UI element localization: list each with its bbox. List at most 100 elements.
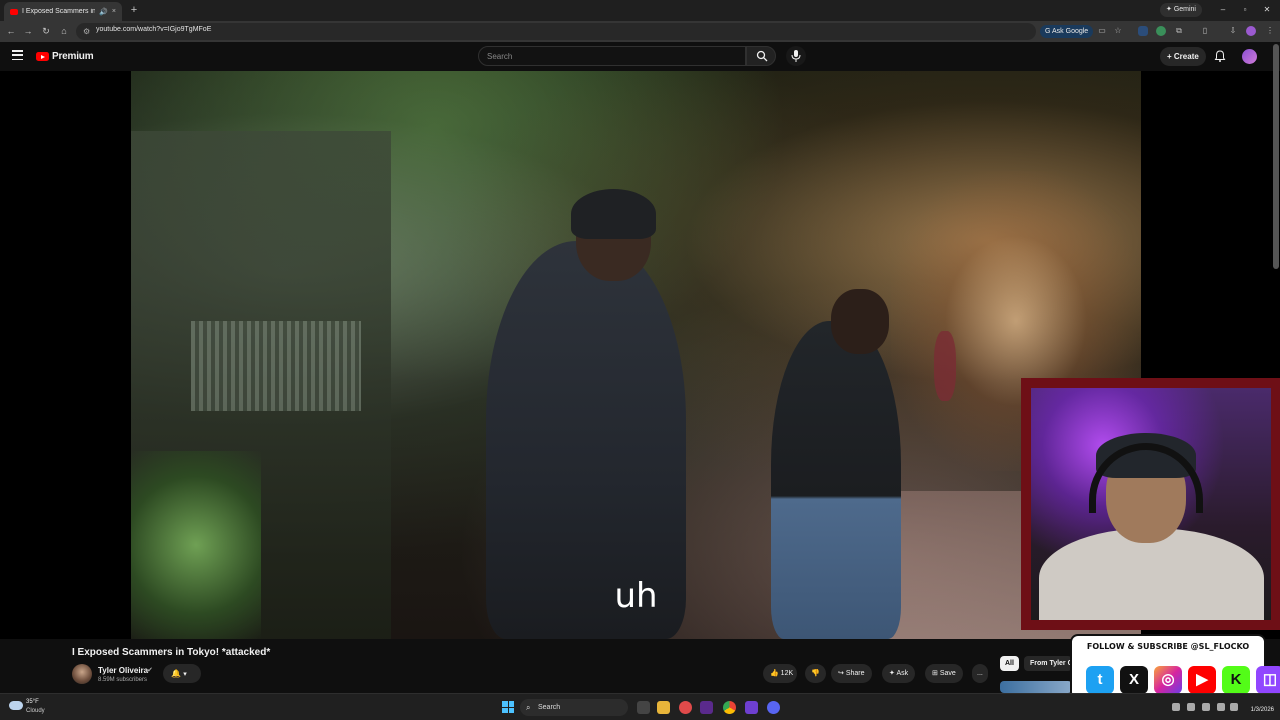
cloud-icon[interactable] — [9, 701, 23, 710]
taskbar-search-label: Search — [538, 704, 561, 711]
file-explorer-icon[interactable] — [657, 701, 670, 714]
extensions-puzzle-icon[interactable]: ⧉ — [1174, 26, 1184, 36]
filter-chip-all[interactable]: All — [1000, 656, 1019, 671]
youtube-logo[interactable]: Premium — [36, 51, 94, 62]
taskbar-search[interactable]: ⌕ Search — [520, 699, 628, 716]
tray-chevron-icon[interactable] — [1172, 703, 1180, 711]
create-button[interactable]: + Create — [1160, 47, 1206, 66]
bookmark-star-icon[interactable]: ☆ — [1113, 26, 1123, 36]
site-info-icon[interactable]: ⚙ — [83, 27, 90, 36]
youtube-icon: ▶ — [1188, 666, 1216, 694]
profile-avatar[interactable] — [1246, 26, 1256, 36]
like-button[interactable]: 👍 12K — [763, 664, 798, 683]
speaker-icon[interactable]: 🔊 — [99, 8, 108, 16]
forward-icon[interactable]: → — [22, 25, 34, 37]
thumbs-down-icon: 👎 — [811, 670, 820, 677]
video-frame[interactable]: uh — [131, 71, 1141, 639]
menu-icon[interactable] — [12, 50, 23, 60]
discord-icon[interactable] — [767, 701, 780, 714]
logo-text: Premium — [52, 51, 94, 62]
gemini-label: Gemini — [1173, 6, 1196, 13]
share-button[interactable]: ↪ Share — [831, 664, 872, 683]
ask-google-button[interactable]: G Ask Google — [1040, 25, 1094, 38]
search-button[interactable] — [746, 46, 776, 66]
wifi-icon[interactable] — [1217, 703, 1225, 711]
microphone-icon — [791, 50, 801, 62]
thumbs-up-icon: 👍 — [770, 670, 779, 677]
gemini-button[interactable]: ✦ Gemini — [1160, 3, 1202, 17]
instagram-icon: ◎ — [1154, 666, 1182, 694]
save-button[interactable]: ⊞ Save — [925, 664, 963, 683]
address-bar[interactable]: ⚙ youtube.com/watch?v=IGjo9TgMFoE — [76, 23, 1036, 40]
youtube-masthead: Premium Search + Create — [0, 42, 1280, 71]
back-icon[interactable]: ← — [5, 25, 17, 37]
x-icon: X — [1120, 666, 1148, 694]
reload-icon[interactable]: ↻ — [40, 25, 52, 37]
share-label: Share — [845, 670, 865, 677]
create-label: Create — [1173, 52, 1199, 61]
search-icon — [756, 50, 768, 62]
browser-toolbar: ← → ↻ ⌂ ⚙ youtube.com/watch?v=IGjo9TgMFo… — [0, 21, 1280, 42]
recommended-video-thumbnail[interactable] — [1000, 681, 1072, 693]
youtube-favicon-icon — [10, 8, 18, 15]
browser-tab[interactable]: I Exposed Scammers in Toky 🔊 × — [4, 2, 122, 21]
weather-temperature[interactable]: 35°F — [26, 699, 39, 705]
tray-app-icon[interactable] — [1187, 703, 1195, 711]
windows-taskbar: 35°F Cloudy ⌕ Search 1/3/2026 — [0, 693, 1280, 720]
task-view-icon[interactable] — [637, 701, 650, 714]
subscription-bell-button[interactable]: 🔔 ▾ — [163, 664, 201, 683]
browser-menu-icon[interactable]: ⋮ — [1265, 26, 1275, 36]
install-app-icon[interactable]: ▭ — [1097, 26, 1107, 36]
channel-name[interactable]: Tyler Oliveira — [98, 666, 148, 675]
volume-icon[interactable] — [1230, 703, 1238, 711]
share-icon: ↪ — [838, 670, 844, 677]
sidepanel-icon[interactable]: ▯ — [1200, 26, 1210, 36]
windows-start-icon[interactable] — [502, 701, 514, 713]
fence — [191, 321, 361, 411]
video-caption: uh — [614, 576, 658, 616]
home-icon[interactable]: ⌂ — [58, 25, 70, 37]
video-title: I Exposed Scammers in Tokyo! *attacked* — [72, 647, 271, 658]
verified-icon: ✔ — [147, 667, 153, 674]
follow-text: FOLLOW & SUBSCRIBE @SL_FLOCKO — [1086, 642, 1250, 651]
sparkle-icon: ✦ — [889, 670, 895, 677]
chrome-icon[interactable] — [723, 701, 736, 714]
browser-tab-strip: I Exposed Scammers in Toky 🔊 × + ✦ Gemin… — [0, 0, 1280, 21]
app-icon[interactable] — [700, 701, 713, 714]
youtube-play-icon — [36, 52, 49, 61]
clock-date[interactable]: 1/3/2026 — [1244, 707, 1274, 713]
search-input[interactable]: Search — [478, 46, 746, 66]
voice-search-button[interactable] — [786, 46, 806, 66]
subscriber-count: 8.59M subscribers — [98, 677, 148, 683]
restore-icon[interactable]: ▫ — [1238, 3, 1252, 17]
downloads-icon[interactable]: ⇩ — [1228, 26, 1238, 36]
tray-app-icon[interactable] — [1202, 703, 1210, 711]
notifications-bell-icon[interactable] — [1214, 50, 1226, 62]
save-label: Save — [939, 670, 956, 677]
minimize-icon[interactable]: – — [1216, 3, 1230, 17]
dislike-button[interactable]: 👎 — [805, 664, 826, 683]
ask-label: Ask — [896, 670, 909, 677]
webcam-feed — [1031, 388, 1271, 620]
new-tab-button[interactable]: + — [127, 3, 141, 17]
close-window-icon[interactable]: ✕ — [1260, 3, 1274, 17]
ask-google-label: Ask Google — [1052, 28, 1089, 35]
channel-avatar[interactable] — [72, 664, 92, 684]
extension-icon[interactable] — [1156, 26, 1166, 36]
person-right-head — [831, 289, 889, 354]
more-actions-button[interactable]: ... — [972, 664, 988, 683]
pedestrian — [934, 331, 956, 401]
weather-description[interactable]: Cloudy — [26, 708, 45, 714]
extension-icon[interactable] — [1138, 26, 1148, 36]
tab-close-icon[interactable]: × — [112, 8, 116, 15]
kick-icon: K — [1222, 666, 1250, 694]
app-icon[interactable] — [745, 701, 758, 714]
filter-chip-from-channel[interactable]: From Tyler C — [1024, 656, 1072, 671]
ask-button[interactable]: ✦ Ask — [882, 664, 916, 683]
chevron-down-icon: ▾ — [183, 671, 187, 678]
app-icon[interactable] — [679, 701, 692, 714]
bell-icon: 🔔 — [171, 669, 181, 678]
save-icon: ⊞ — [932, 670, 938, 677]
account-avatar[interactable] — [1242, 49, 1257, 64]
page-scrollbar[interactable] — [1273, 44, 1279, 269]
